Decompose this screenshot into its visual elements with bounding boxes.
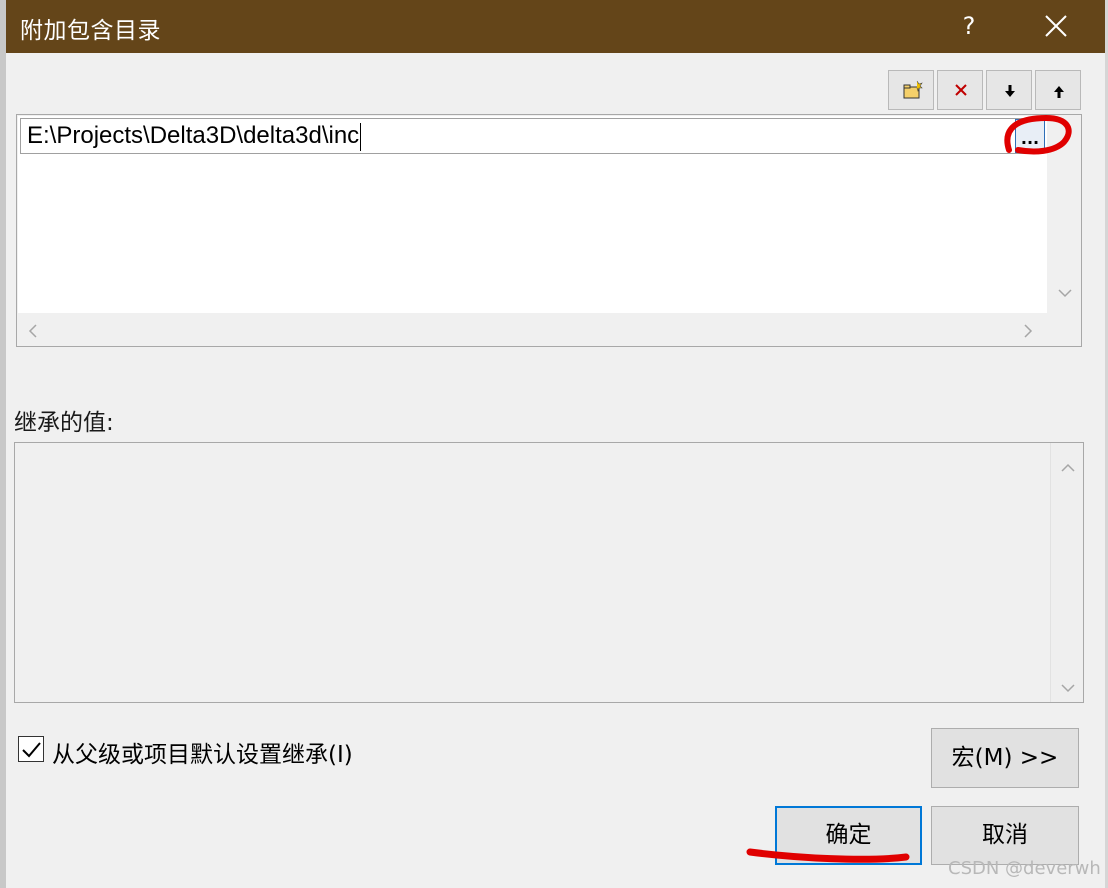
title-bar: 附加包含目录 ? (6, 0, 1105, 53)
inherited-vertical-scrollbar[interactable] (1050, 443, 1083, 702)
watermark: CSDN @deverwh (948, 858, 1101, 879)
scroll-left-icon[interactable] (28, 322, 38, 343)
scroll-right-icon[interactable] (1023, 322, 1033, 343)
scroll-down-icon[interactable] (1061, 677, 1075, 698)
new-line-button[interactable] (888, 70, 934, 110)
scroll-down-icon[interactable] (1058, 282, 1072, 303)
macro-button[interactable]: 宏(M) >> (931, 728, 1079, 788)
arrow-up-icon (1054, 86, 1064, 98)
list-vertical-scrollbar[interactable] (1048, 116, 1081, 313)
help-button[interactable]: ? (954, 8, 984, 44)
cancel-button[interactable]: 取消 (931, 806, 1079, 865)
checkmark-icon (22, 742, 41, 758)
delete-x-icon (955, 84, 967, 96)
new-folder-icon (903, 80, 923, 99)
ok-button[interactable]: 确定 (775, 806, 922, 865)
inherited-values-list (14, 442, 1084, 703)
move-up-button[interactable] (1035, 70, 1081, 110)
text-caret (360, 122, 362, 151)
scroll-up-icon[interactable] (1061, 457, 1075, 478)
inherit-checkbox[interactable] (18, 736, 44, 762)
dialog-title: 附加包含目录 (20, 18, 161, 44)
arrow-down-icon (1005, 85, 1015, 97)
close-button[interactable] (1036, 6, 1076, 46)
close-icon (1045, 15, 1067, 37)
browse-button[interactable]: ... (1015, 119, 1045, 153)
delete-button[interactable] (937, 70, 983, 110)
additional-include-dirs-dialog: 附加包含目录 ? E:\Projects\Delta3D\delta3d\inc… (0, 0, 1108, 888)
list-horizontal-scrollbar[interactable] (18, 314, 1047, 344)
directory-list-body: E:\Projects\Delta3D\delta3d\inc ... (18, 116, 1047, 313)
move-down-button[interactable] (986, 70, 1032, 110)
directory-path-text: E:\Projects\Delta3D\delta3d\inc (27, 122, 360, 149)
directory-path-input[interactable]: E:\Projects\Delta3D\delta3d\inc (20, 118, 1043, 154)
inherited-values-label: 继承的值: (14, 410, 114, 436)
directory-list: E:\Projects\Delta3D\delta3d\inc ... (16, 114, 1082, 347)
browse-label: ... (1020, 129, 1040, 148)
inherit-checkbox-label: 从父级或项目默认设置继承(I) (52, 742, 353, 768)
